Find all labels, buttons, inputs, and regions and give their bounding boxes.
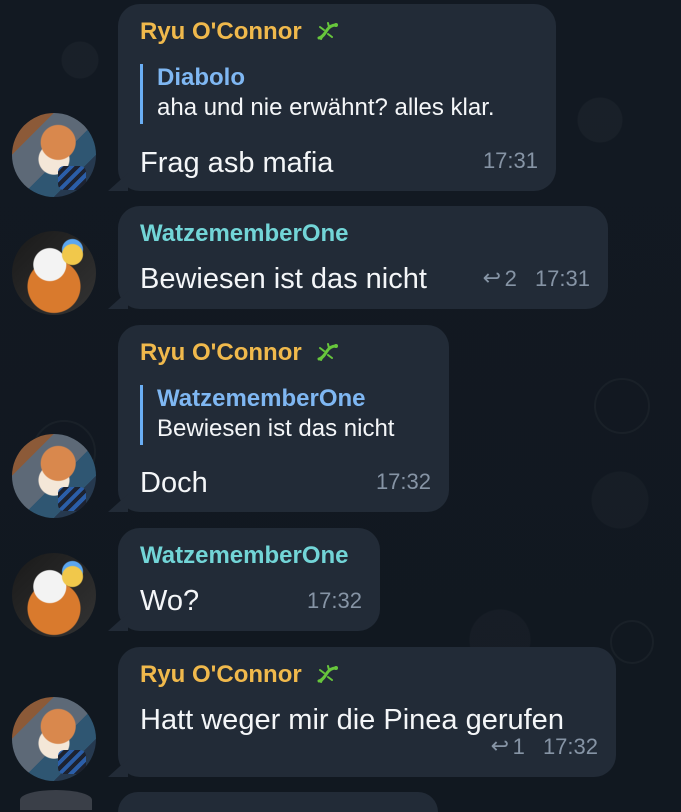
- sender-name[interactable]: WatzememberOne: [140, 220, 349, 248]
- lizard-icon: [317, 343, 338, 361]
- message-meta[interactable]: ↩ 2 17:31: [482, 265, 590, 291]
- reply-count-number: 2: [504, 266, 517, 291]
- background-doodle: [594, 378, 650, 434]
- message-meta: 17:31: [483, 149, 538, 173]
- reply-text: Bewiesen ist das nicht: [157, 415, 395, 442]
- message-time: 17:31: [534, 266, 590, 291]
- avatar[interactable]: [12, 434, 96, 518]
- avatar[interactable]: [12, 553, 96, 637]
- message-bubble[interactable]: Ryu O'Connor Hatt weger mir die Pinea ge…: [118, 647, 616, 777]
- message-bubble[interactable]: WatzememberOne Bewiesen ist das nicht ↩ 2…: [118, 206, 608, 309]
- message-bubble[interactable]: Ryu O'Connor WatzememberOne Bewiesen ist…: [118, 325, 449, 512]
- reply-count-number: 1: [512, 734, 525, 759]
- message-time: 17:32: [542, 734, 598, 759]
- message-time: 17:32: [306, 588, 362, 613]
- reply-arrow-icon: ↩: [490, 733, 509, 758]
- partial-avatar: [20, 790, 92, 810]
- reply-sender-name: Diabolo: [157, 64, 245, 91]
- partial-message-bubble: [118, 792, 438, 812]
- message-bubble[interactable]: Ryu O'Connor Diabolo aha und nie erwähnt…: [118, 4, 556, 191]
- sender-name[interactable]: Ryu O'Connor: [140, 18, 302, 46]
- reply-arrow-icon: ↩: [482, 265, 501, 290]
- sender-name[interactable]: WatzememberOne: [140, 542, 349, 570]
- reply-text: aha und nie erwähnt? alles klar.: [157, 94, 495, 121]
- lizard-icon: [317, 665, 338, 683]
- message-meta[interactable]: ↩ 1 17:32: [490, 733, 598, 759]
- reply-count[interactable]: ↩ 2: [482, 265, 517, 291]
- reply-sender-name: WatzememberOne: [157, 385, 366, 412]
- avatar[interactable]: [12, 697, 96, 781]
- sender-name[interactable]: Ryu O'Connor: [140, 661, 302, 689]
- avatar[interactable]: [12, 113, 96, 197]
- reply-preview[interactable]: WatzememberOne Bewiesen ist das nicht: [140, 385, 394, 445]
- message-text: Bewiesen ist das nicht: [140, 263, 427, 295]
- lizard-icon: [317, 22, 338, 40]
- reply-preview[interactable]: Diabolo aha und nie erwähnt? alles klar.: [140, 64, 495, 124]
- message-meta: 17:32: [376, 470, 431, 494]
- message-text: Wo?: [140, 585, 200, 617]
- message-text: Frag asb mafia: [140, 147, 334, 179]
- sender-name[interactable]: Ryu O'Connor: [140, 339, 302, 367]
- avatar[interactable]: [12, 231, 96, 315]
- message-text: Hatt weger mir die Pinea gerufen: [140, 704, 564, 736]
- reply-count[interactable]: ↩ 1: [490, 733, 525, 759]
- message-text: Doch: [140, 467, 208, 499]
- background-doodle: [610, 620, 654, 664]
- message-meta: 17:32: [307, 589, 362, 613]
- message-bubble[interactable]: WatzememberOne Wo? 17:32: [118, 528, 380, 631]
- message-time: 17:31: [482, 148, 538, 173]
- message-time: 17:32: [375, 469, 431, 494]
